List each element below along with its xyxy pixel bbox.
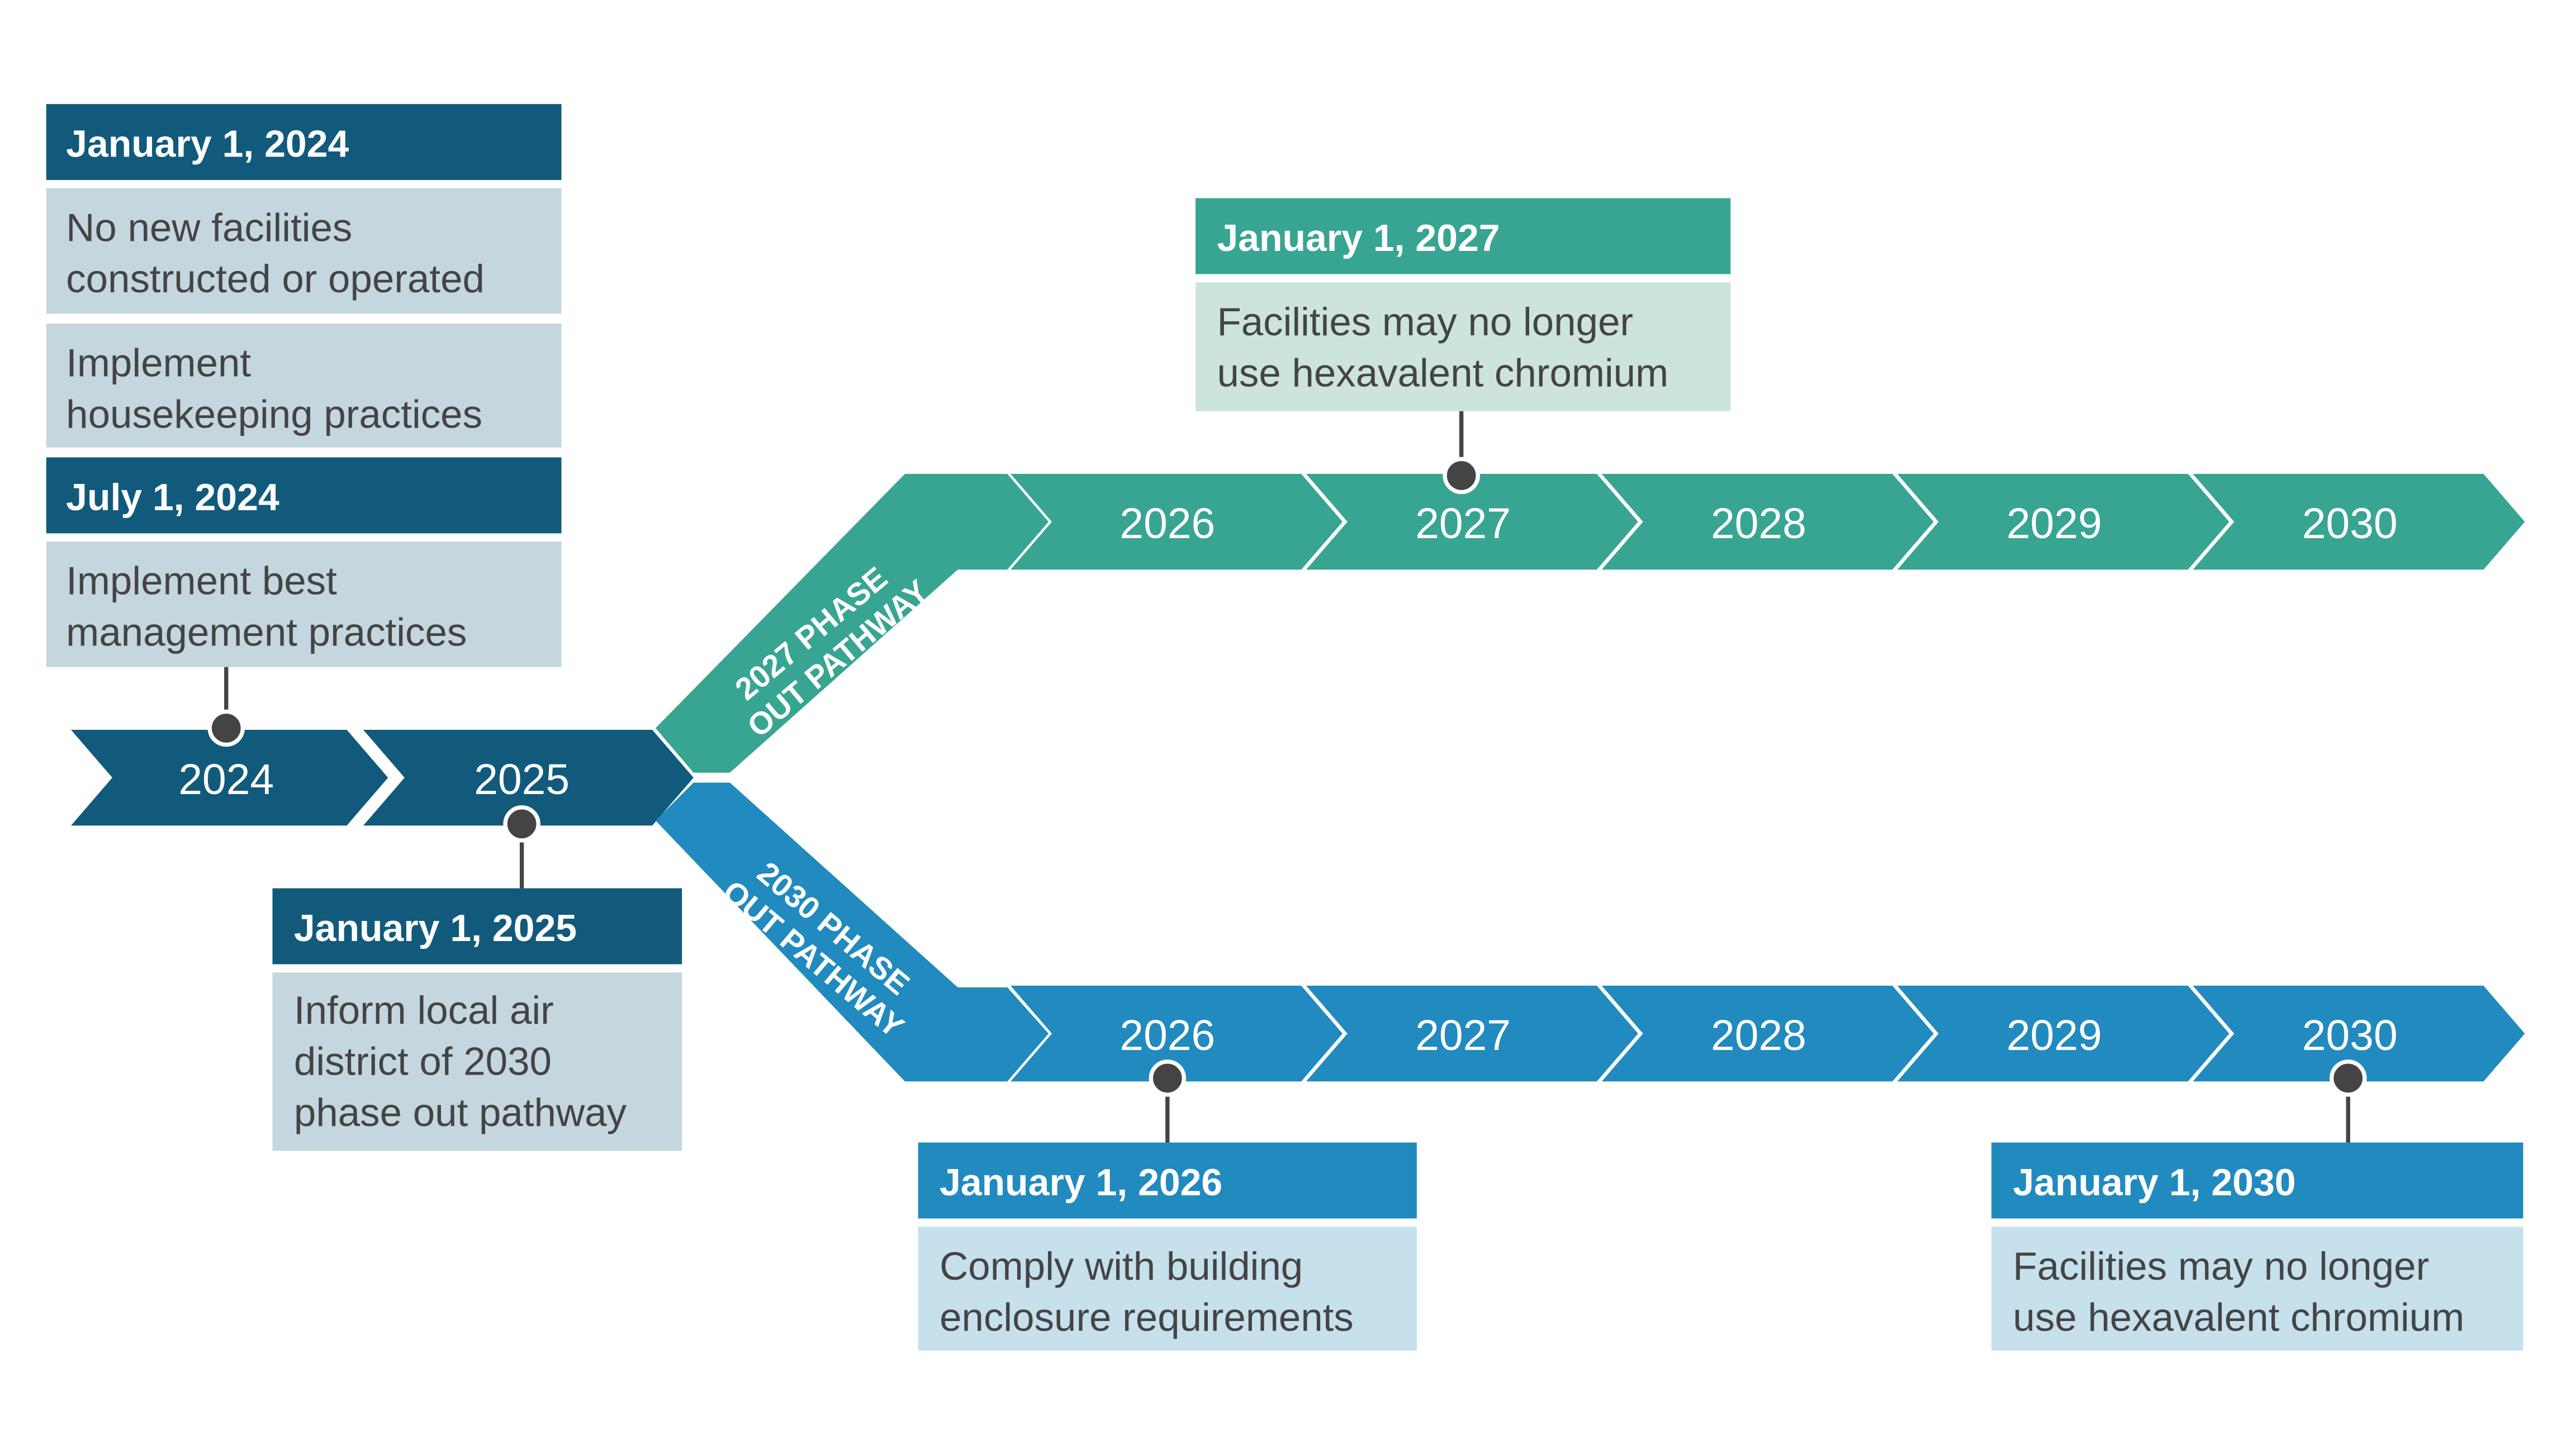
marker-dot-2027 (1443, 457, 1480, 495)
marker-dot-2026 (1149, 1060, 1187, 1097)
marker-dot-2030 (2330, 1060, 2367, 1097)
callout-jan-2027: January 1, 2027 Facilities may no longer… (1196, 198, 1731, 411)
callout-jan-2025: January 1, 2025 Inform local air district… (272, 888, 682, 1151)
year-label-pathway_2027-2027: 2027 (1415, 500, 1511, 548)
callout-date: January 1, 2025 (294, 907, 577, 949)
year-label-2024: 2024 (178, 756, 274, 804)
marker-dot-2025 (503, 805, 540, 843)
callout-date: January 1, 2024 (66, 123, 349, 165)
callout-date: January 1, 2027 (1217, 217, 1500, 259)
callout-date: January 1, 2026 (940, 1161, 1222, 1204)
year-label-2025: 2025 (474, 756, 570, 804)
year-label-pathway_2027-2026: 2026 (1119, 500, 1215, 548)
callout-jul-2024: July 1, 2024 Implement best management pr… (46, 457, 562, 667)
callout-jan-2026: January 1, 2026 Comply with building encl… (918, 1142, 1417, 1351)
phase-out-timeline: 2024 2025 2027 PHASE OUT PATHWAY 2030 PH… (46, 104, 2525, 1351)
callout-date: July 1, 2024 (66, 476, 279, 519)
year-label-pathway_2027-2029: 2029 (2006, 500, 2102, 548)
pathway-2027-years: 2026 2027 2028 2029 2030 (1011, 474, 2525, 570)
callout-date: January 1, 2030 (2013, 1161, 2296, 1204)
year-label-pathway_2030-2029: 2029 (2006, 1011, 2102, 1060)
year-label-pathway_2030-2027: 2027 (1415, 1011, 1511, 1060)
year-label-pathway_2027-2030: 2030 (2302, 500, 2398, 548)
year-label-pathway_2030-2026: 2026 (1119, 1011, 1215, 1060)
year-label-pathway_2030-2028: 2028 (1711, 1011, 1806, 1060)
pathway-2030-years: 2026 2027 2028 2029 2030 (1011, 985, 2525, 1082)
callout-jan-2024: January 1, 2024 No new facilities constru… (46, 104, 562, 448)
marker-dot-2024 (207, 709, 245, 747)
year-label-pathway_2027-2028: 2028 (1711, 500, 1806, 548)
callout-jan-2030: January 1, 2030 Facilities may no longer… (1991, 1142, 2523, 1351)
year-label-pathway_2030-2030: 2030 (2302, 1011, 2398, 1060)
